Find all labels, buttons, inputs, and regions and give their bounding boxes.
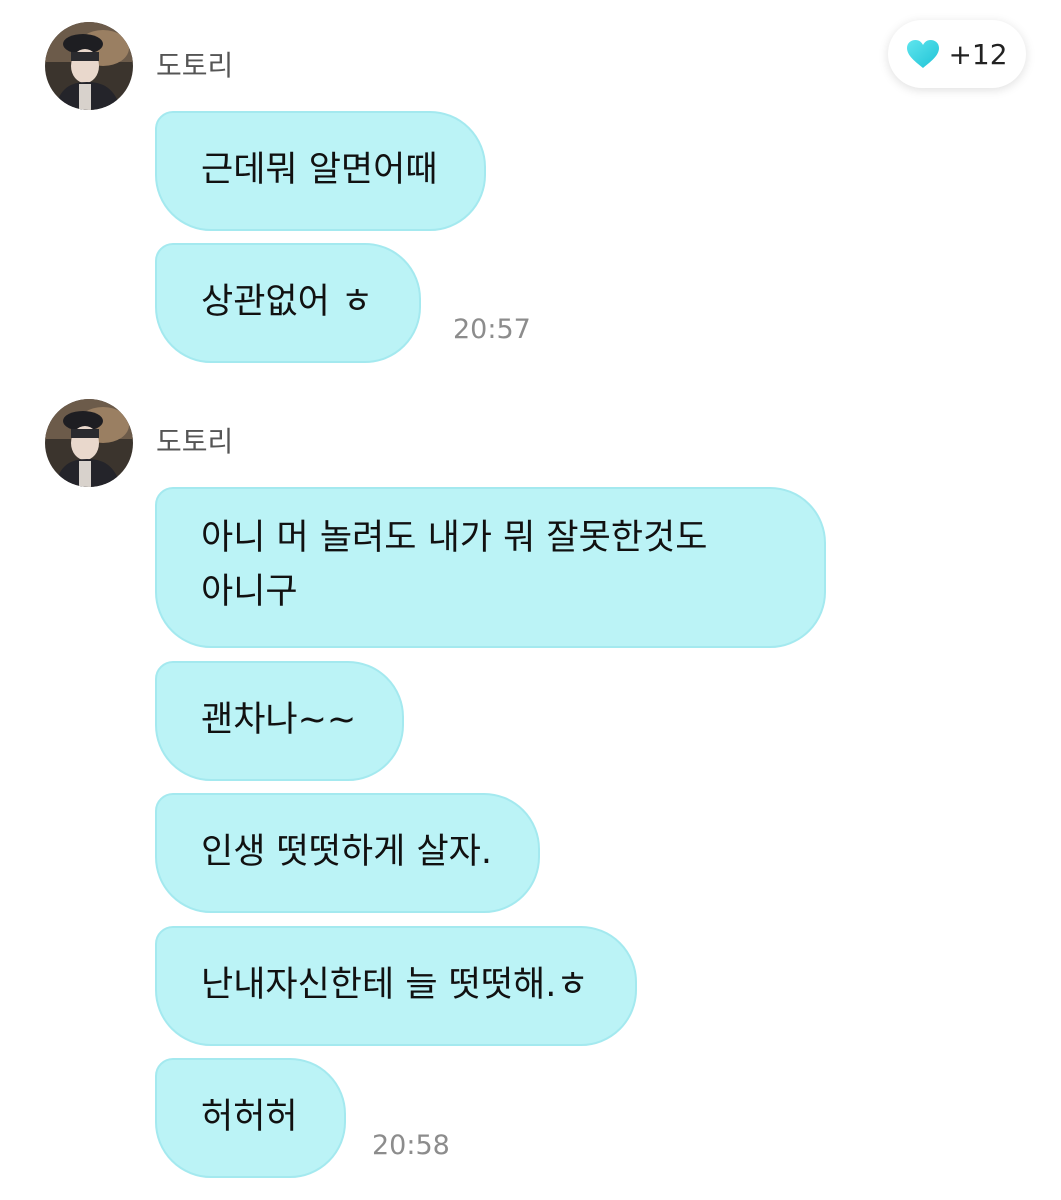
message-text: 난내자신한테 늘 떳떳해.ㅎ bbox=[201, 965, 589, 1005]
sender-name: 도토리 bbox=[156, 425, 234, 458]
message-bubble[interactable]: 인생 떳떳하게 살자. bbox=[155, 793, 540, 913]
message-bubble[interactable]: 근데뭐 알면어때 bbox=[155, 111, 486, 231]
message-text: 허허허 bbox=[201, 1097, 298, 1137]
heart-icon bbox=[907, 40, 940, 68]
like-count: +12 bbox=[948, 37, 1008, 71]
message-timestamp: 20:57 bbox=[453, 314, 531, 345]
like-badge[interactable]: +12 bbox=[888, 20, 1026, 88]
message-timestamp: 20:58 bbox=[372, 1130, 450, 1161]
message-bubble[interactable]: 괜차나~~ bbox=[155, 661, 405, 781]
message-text-line: 아니구 bbox=[201, 572, 298, 612]
sender-avatar[interactable] bbox=[45, 22, 133, 110]
message-bubble[interactable]: 난내자신한테 늘 떳떳해.ㅎ bbox=[155, 926, 637, 1046]
message-text: 인생 떳떳하게 살자. bbox=[201, 832, 492, 872]
message-bubble[interactable]: 상관없어 ㅎ bbox=[155, 243, 422, 363]
message-bubble[interactable]: 허허허 bbox=[155, 1058, 346, 1178]
sender-avatar[interactable] bbox=[45, 399, 133, 487]
message-bubble[interactable]: 아니 머 놀려도 내가 뭐 잘못한것도 아니구 bbox=[155, 487, 826, 648]
message-text-line: 아니 머 놀려도 내가 뭐 잘못한것도 bbox=[201, 518, 708, 558]
message-text: 근데뭐 알면어때 bbox=[201, 150, 438, 190]
sender-name: 도토리 bbox=[156, 49, 234, 82]
profile-photo bbox=[45, 22, 133, 110]
message-text: 괜차나~~ bbox=[201, 700, 357, 740]
message-text: 상관없어 ㅎ bbox=[201, 282, 374, 322]
profile-photo bbox=[45, 399, 133, 487]
